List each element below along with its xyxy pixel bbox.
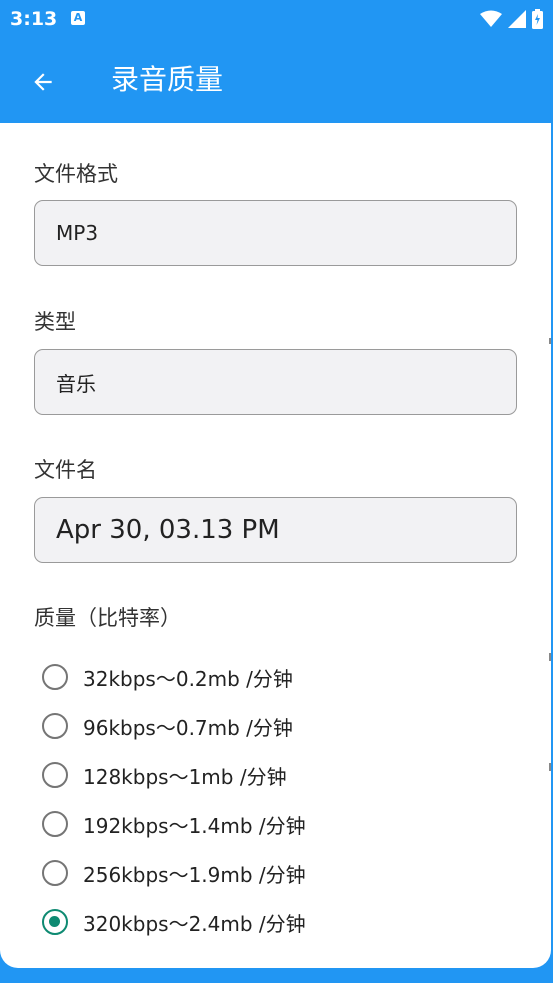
file-format-value: MP3 <box>56 221 99 245</box>
file-name-label: 文件名 <box>34 458 97 482</box>
type-value: 音乐 <box>56 371 96 396</box>
type-label: 类型 <box>34 310 76 334</box>
quality-option-320[interactable]: 320kbps～2.4mb /分钟 <box>42 905 306 939</box>
file-format-field[interactable]: MP3 <box>34 200 517 266</box>
radio-unchecked-icon <box>42 762 68 788</box>
battery-icon <box>532 9 543 29</box>
file-format-label: 文件格式 <box>34 162 118 186</box>
app-bar: 录音质量 <box>0 40 553 123</box>
quality-option-32[interactable]: 32kbps～0.2mb /分钟 <box>42 660 293 694</box>
edge-divider <box>549 763 551 771</box>
settings-panel: 文件格式 MP3 类型 音乐 文件名 Apr 30, 03.13 PM 质量（比… <box>0 123 551 968</box>
quality-label: 质量（比特率） <box>34 606 181 630</box>
radio-unchecked-icon <box>42 713 68 739</box>
wifi-icon <box>480 10 502 27</box>
notification-icon: A <box>71 11 85 25</box>
file-name-input[interactable]: Apr 30, 03.13 PM <box>34 497 517 563</box>
quality-option-label: 320kbps～2.4mb /分钟 <box>83 911 306 936</box>
quality-option-label: 32kbps～0.2mb /分钟 <box>83 666 293 691</box>
edge-divider <box>549 653 551 661</box>
radio-unchecked-icon <box>42 860 68 886</box>
quality-option-96[interactable]: 96kbps～0.7mb /分钟 <box>42 709 293 743</box>
status-icons <box>480 9 543 29</box>
page-title: 录音质量 <box>111 63 224 96</box>
quality-option-label: 128kbps～1mb /分钟 <box>83 764 287 789</box>
signal-icon <box>508 10 526 28</box>
quality-option-label: 96kbps～0.7mb /分钟 <box>83 715 293 740</box>
radio-checked-icon <box>42 909 68 935</box>
file-name-value: Apr 30, 03.13 PM <box>56 515 280 545</box>
status-bar: 3:13 A <box>0 0 553 40</box>
arrow-left-icon <box>34 73 52 91</box>
quality-option-192[interactable]: 192kbps～1.4mb /分钟 <box>42 807 306 841</box>
type-field[interactable]: 音乐 <box>34 349 517 415</box>
quality-option-label: 256kbps～1.9mb /分钟 <box>83 862 306 887</box>
quality-option-256[interactable]: 256kbps～1.9mb /分钟 <box>42 856 306 890</box>
quality-option-128[interactable]: 128kbps～1mb /分钟 <box>42 758 287 792</box>
radio-unchecked-icon <box>42 664 68 690</box>
quality-option-label: 192kbps～1.4mb /分钟 <box>83 813 306 838</box>
radio-unchecked-icon <box>42 811 68 837</box>
edge-divider <box>549 338 551 344</box>
back-button[interactable] <box>22 61 64 103</box>
status-time: 3:13 <box>10 8 58 30</box>
